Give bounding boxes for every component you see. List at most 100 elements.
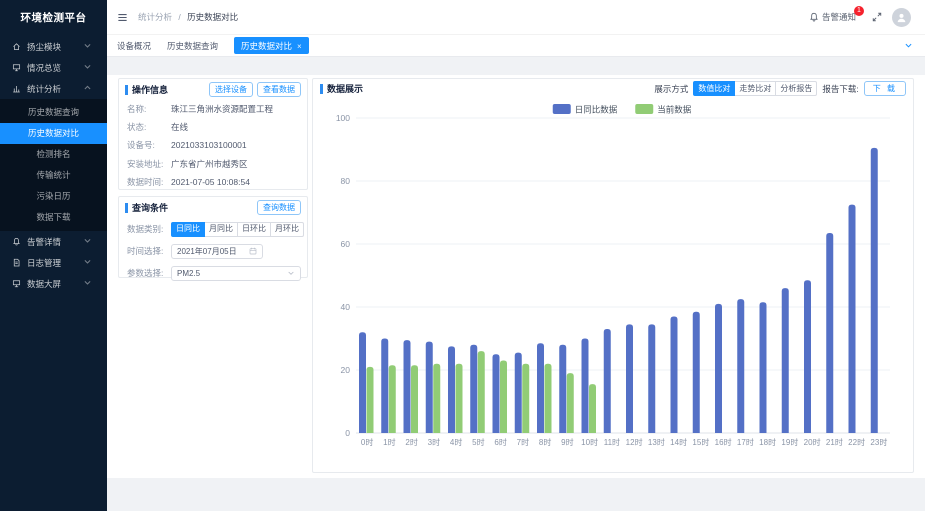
menu-collapse-icon[interactable] — [117, 12, 128, 23]
chevron-up-icon — [83, 83, 98, 94]
bar-blue-3时 — [426, 342, 433, 433]
sidebar-item-扬尘模块[interactable]: 扬尘模块 — [0, 36, 107, 57]
app-title: 环境检测平台 — [0, 0, 107, 36]
chevron-down-icon — [83, 278, 98, 289]
x-tick-label: 3时 — [428, 437, 440, 447]
date-picker-input[interactable]: 2021年07月05日 — [171, 244, 263, 259]
x-tick-label: 17时 — [737, 437, 754, 447]
breadcrumb-section[interactable]: 统计分析 — [138, 12, 172, 22]
field-row: 状态:在线 — [119, 118, 307, 136]
panel-accent-bar — [125, 203, 128, 213]
tab-label: 设备概况 — [117, 41, 151, 51]
x-tick-label: 0时 — [361, 437, 373, 447]
bar-blue-19时 — [782, 288, 789, 433]
category-button-日环比[interactable]: 日环比 — [237, 222, 271, 237]
download-button[interactable]: 下 载 — [864, 81, 906, 96]
tabs-collapse-chevron-icon[interactable] — [904, 41, 913, 50]
operation-panel-title: 操作信息 — [132, 83, 168, 96]
op-button-查看数据[interactable]: 查看数据 — [257, 82, 301, 97]
tab-label: 历史数据对比 — [241, 41, 292, 51]
tab-close-icon[interactable]: × — [297, 42, 302, 51]
query-data-button[interactable]: 查询数据 — [257, 200, 301, 215]
tab-历史数据查询[interactable]: 历史数据查询 — [167, 40, 218, 52]
mode-button-走势比对[interactable]: 走势比对 — [734, 81, 776, 96]
bar-blue-1时 — [381, 339, 388, 434]
legend-swatch[interactable] — [553, 104, 571, 114]
sidebar-item-日志管理[interactable]: 日志管理 — [0, 252, 107, 273]
category-button-日同比[interactable]: 日同比 — [171, 222, 205, 237]
legend-label[interactable]: 当前数据 — [657, 105, 692, 115]
x-tick-label: 14时 — [670, 437, 687, 447]
log-icon — [12, 258, 21, 267]
bar-blue-8时 — [537, 343, 544, 433]
sidebar-item-label: 情况总览 — [27, 62, 61, 74]
tab-设备概况[interactable]: 设备概况 — [117, 40, 151, 52]
sidebar-subitem-传输统计[interactable]: 传输统计 — [0, 165, 107, 186]
user-icon — [896, 12, 907, 23]
sidebar-item-label: 日志管理 — [27, 257, 61, 269]
x-tick-label: 11时 — [604, 437, 620, 447]
bar-green-1时 — [389, 365, 396, 433]
x-tick-label: 7时 — [517, 437, 529, 447]
y-tick-label: 80 — [341, 176, 351, 186]
bar-green-7时 — [522, 364, 529, 433]
sidebar-subitem-历史数据对比[interactable]: 历史数据对比 — [0, 123, 107, 144]
breadcrumb-current: 历史数据对比 — [187, 12, 238, 22]
legend-swatch[interactable] — [635, 104, 653, 114]
bar-blue-0时 — [359, 332, 366, 433]
sidebar-item-统计分析[interactable]: 统计分析 — [0, 78, 107, 99]
bar-blue-7时 — [515, 353, 522, 433]
field-value: 珠江三角洲水资源配置工程 — [171, 105, 273, 114]
field-row: 设备号:2021033103100001 — [119, 137, 307, 155]
mode-button-分析报告[interactable]: 分析报告 — [775, 81, 817, 96]
category-button-月环比[interactable]: 月环比 — [270, 222, 304, 237]
operation-panel-buttons: 选择设备查看数据 — [209, 82, 301, 97]
x-tick-label: 5时 — [472, 437, 484, 447]
sidebar-menu: 扬尘模块情况总览统计分析历史数据查询历史数据对比检测排名传输统计污染日历数据下载… — [0, 36, 107, 294]
tab-历史数据对比[interactable]: 历史数据对比 × — [234, 37, 309, 54]
display-mode-segmented-control: 数值比对走势比对分析报告 — [693, 81, 817, 96]
category-button-月同比[interactable]: 月同比 — [204, 222, 238, 237]
x-tick-label: 18时 — [759, 437, 776, 447]
field-label: 设备号: — [127, 141, 171, 150]
chevron-down-icon — [83, 41, 98, 52]
content-area: 操作信息 选择设备查看数据 名称:珠江三角洲水资源配置工程状态:在线设备号:20… — [107, 57, 925, 511]
topbar-actions: 告警通知 1 — [809, 8, 911, 27]
x-tick-label: 20时 — [804, 437, 821, 447]
chart-legend: 日同比数据 当前数据 — [553, 104, 692, 115]
field-value: 在线 — [171, 123, 188, 132]
tab-label: 历史数据查询 — [167, 41, 218, 51]
avatar[interactable] — [892, 8, 911, 27]
notification-button[interactable]: 告警通知 1 — [809, 11, 862, 23]
parameter-select[interactable]: PM2.5 — [171, 266, 301, 281]
bar-green-0时 — [367, 367, 374, 433]
mode-button-数值比对[interactable]: 数值比对 — [693, 81, 735, 96]
breadcrumb: 统计分析 / 历史数据对比 — [138, 11, 238, 23]
sidebar-subitem-历史数据查询[interactable]: 历史数据查询 — [0, 102, 107, 123]
bar-blue-20时 — [804, 280, 811, 433]
bar-blue-17时 — [737, 299, 744, 433]
bar-green-5时 — [478, 351, 485, 433]
bar-blue-23时 — [871, 148, 878, 433]
sidebar-item-数据大屏[interactable]: 数据大屏 — [0, 273, 107, 294]
fullscreen-icon[interactable] — [872, 12, 882, 22]
bar-blue-6时 — [493, 354, 500, 433]
sidebar-item-告警详情[interactable]: 告警详情 — [0, 231, 107, 252]
category-segmented-control: 日同比月同比日环比月环比 — [171, 222, 304, 237]
sidebar-subitem-检测排名[interactable]: 检测排名 — [0, 144, 107, 165]
sidebar-subitem-数据下载[interactable]: 数据下载 — [0, 207, 107, 228]
bars — [359, 148, 878, 433]
sidebar-item-情况总览[interactable]: 情况总览 — [0, 57, 107, 78]
sidebar: 环境检测平台 扬尘模块情况总览统计分析历史数据查询历史数据对比检测排名传输统计污… — [0, 0, 107, 511]
notification-badge: 1 — [854, 6, 864, 16]
left-column: 操作信息 选择设备查看数据 名称:珠江三角洲水资源配置工程状态:在线设备号:20… — [118, 78, 308, 278]
y-tick-label: 40 — [341, 302, 351, 312]
chevron-down-icon — [287, 269, 295, 277]
panel-accent-bar — [125, 85, 128, 95]
bar-blue-12时 — [626, 324, 633, 433]
chart-panel: 数据展示 展示方式 数值比对走势比对分析报告 报告下载: 下 载 0204060… — [312, 78, 914, 473]
legend-label[interactable]: 日同比数据 — [575, 105, 618, 115]
op-button-选择设备[interactable]: 选择设备 — [209, 82, 253, 97]
sidebar-subitem-污染日历[interactable]: 污染日历 — [0, 186, 107, 207]
query-panel: 查询条件 查询数据 数据类别: 日同比月同比日环比月环比 时间选择: — [118, 196, 308, 278]
